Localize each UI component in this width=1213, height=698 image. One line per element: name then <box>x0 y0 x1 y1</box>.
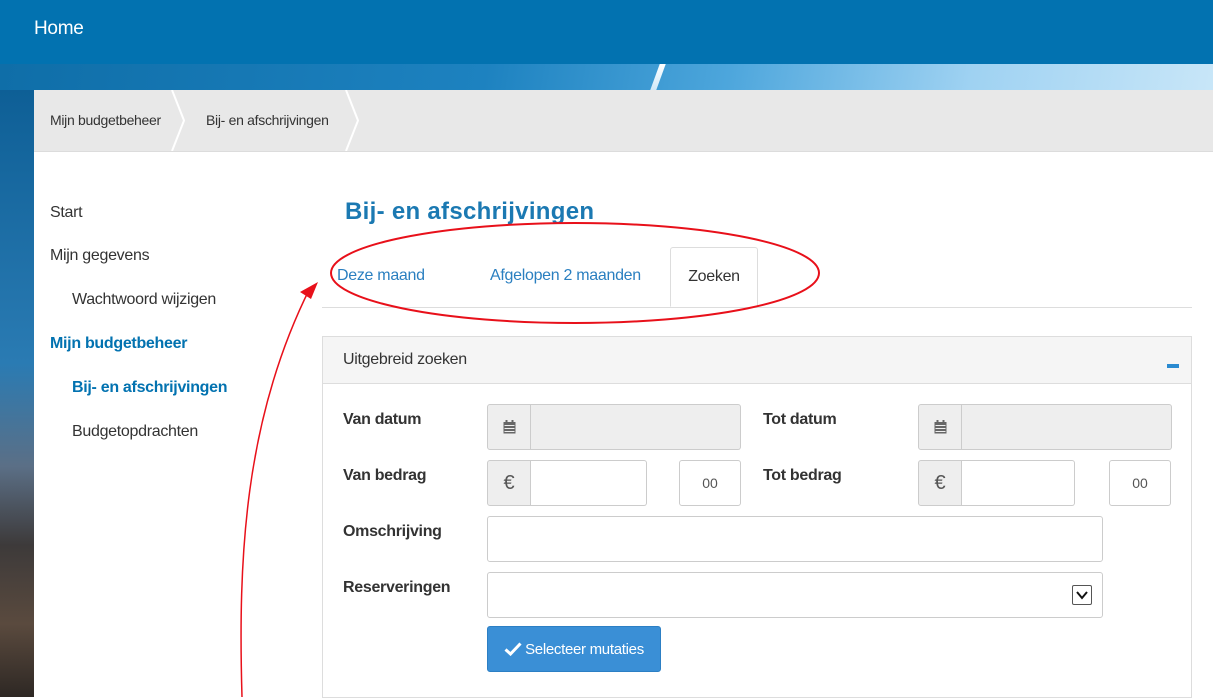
tot-datum-label: Tot datum <box>763 411 837 428</box>
tot-datum-input[interactable] <box>962 404 1172 450</box>
tot-bedrag-euros-input[interactable] <box>962 460 1075 506</box>
sidebar-item-wachtwoord-wijzigen[interactable]: Wachtwoord wijzigen <box>72 291 216 309</box>
van-datum-label: Van datum <box>343 411 422 428</box>
checkmark-icon <box>504 642 522 656</box>
sidebar-item-start[interactable]: Start <box>50 204 83 222</box>
breadcrumb: Mijn budgetbeheer Bij- en afschrijvingen <box>34 90 1213 152</box>
sidebar-item-budgetopdrachten[interactable]: Budgetopdrachten <box>72 423 198 441</box>
omschrijving-input[interactable] <box>487 516 1103 562</box>
search-panel-title: Uitgebreid zoeken <box>343 351 467 368</box>
van-bedrag-euros-input[interactable] <box>531 460 647 506</box>
background-image-strip <box>0 90 34 697</box>
breadcrumb-separator-icon <box>345 90 359 151</box>
euro-icon: € <box>487 460 531 506</box>
van-bedrag-label: Van bedrag <box>343 467 427 484</box>
breadcrumb-item-bij-en-afschrijvingen[interactable]: Bij- en afschrijvingen <box>206 90 329 151</box>
reserveringen-select[interactable] <box>487 572 1103 618</box>
reserveringen-label: Reserveringen <box>343 579 451 596</box>
tot-bedrag-label: Tot bedrag <box>763 467 842 484</box>
van-bedrag-cents-input[interactable]: 00 <box>679 460 741 506</box>
collapse-minus-icon[interactable] <box>1167 364 1179 368</box>
search-panel-header[interactable]: Uitgebreid zoeken <box>323 337 1191 384</box>
tab-zoeken[interactable]: Zoeken <box>670 247 758 307</box>
van-datum-input[interactable] <box>531 404 741 450</box>
banner-decoration <box>650 64 666 90</box>
euro-icon: € <box>918 460 962 506</box>
header-banner <box>0 64 1213 90</box>
chevron-down-icon[interactable] <box>1072 585 1092 605</box>
tab-bar: Deze maand Afgelopen 2 maanden Zoeken <box>322 247 1192 308</box>
tab-deze-maand[interactable]: Deze maand <box>337 247 457 307</box>
search-panel: Uitgebreid zoeken Van datum Tot datum Va… <box>322 336 1192 698</box>
main-content: Mijn budgetbeheer Bij- en afschrijvingen… <box>34 90 1213 698</box>
home-title[interactable]: Home <box>34 18 84 40</box>
sidebar-item-mijn-gegevens[interactable]: Mijn gegevens <box>50 247 150 265</box>
calendar-icon[interactable] <box>487 404 531 450</box>
tab-afgelopen-2-maanden[interactable]: Afgelopen 2 maanden <box>490 247 660 307</box>
sidebar-item-mijn-budgetbeheer[interactable]: Mijn budgetbeheer <box>50 335 187 353</box>
calendar-icon[interactable] <box>918 404 962 450</box>
omschrijving-label: Omschrijving <box>343 523 442 540</box>
sidebar-item-bij-en-afschrijvingen[interactable]: Bij- en afschrijvingen <box>72 379 228 397</box>
selecteer-mutaties-button[interactable]: Selecteer mutaties <box>487 626 661 672</box>
tot-bedrag-cents-input[interactable]: 00 <box>1109 460 1171 506</box>
page-title: Bij- en afschrijvingen <box>345 198 595 225</box>
breadcrumb-item-budgetbeheer[interactable]: Mijn budgetbeheer <box>50 90 161 151</box>
breadcrumb-separator-icon <box>171 90 185 151</box>
top-bar: Home <box>0 0 1213 64</box>
selecteer-mutaties-label: Selecteer mutaties <box>525 640 644 658</box>
